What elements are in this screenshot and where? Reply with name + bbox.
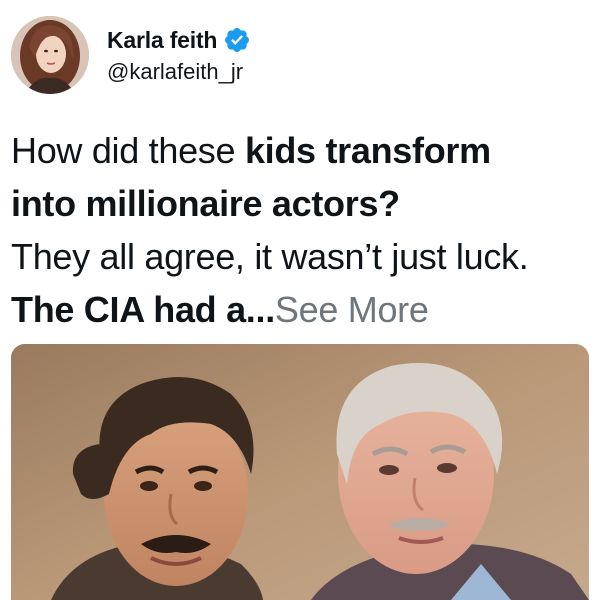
- avatar-image: [11, 16, 89, 94]
- display-name-row: Karla feith: [107, 25, 251, 55]
- verified-badge-icon: [223, 26, 251, 54]
- tweet-text-segment: How did these: [11, 130, 245, 171]
- tweet-media-photo[interactable]: [11, 344, 589, 600]
- author-names: Karla feith @karlafeith_jr: [107, 25, 251, 85]
- tweet-line-1: How did these kids transform: [11, 124, 591, 177]
- author-handle[interactable]: @karlafeith_jr: [107, 59, 251, 85]
- tweet-line-4: The CIA had a...See More: [11, 283, 591, 336]
- tweet-line-3: They all agree, it wasn’t just luck.: [11, 236, 529, 277]
- tweet-text-bold-segment: kids transform: [244, 130, 491, 171]
- see-more-link[interactable]: See More: [275, 289, 429, 330]
- tweet-line-2: into millionaire actors?: [11, 183, 400, 224]
- tweet-card: Karla feith @karlafeith_jr How did these…: [0, 0, 600, 600]
- tweet-text-bold-segment: The CIA had a: [11, 289, 246, 330]
- truncation-ellipsis: ...: [245, 289, 275, 330]
- author-display-name[interactable]: Karla feith: [107, 27, 217, 54]
- tweet-text: How did these kids transform into millio…: [11, 124, 591, 336]
- profile-avatar[interactable]: [11, 16, 89, 94]
- photo-two-men: [11, 344, 589, 600]
- tweet-header: Karla feith @karlafeith_jr: [11, 14, 251, 96]
